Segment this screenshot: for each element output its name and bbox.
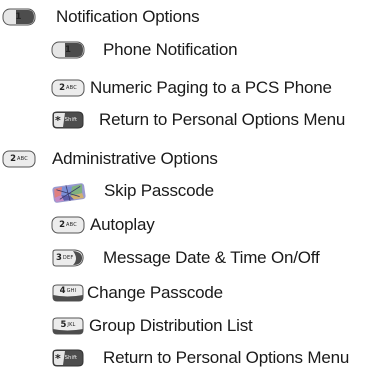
- scrambled-keypad-icon: [51, 182, 86, 203]
- key-1-icon: 1: [51, 41, 85, 59]
- key-2-abc-icon: 2 ABC: [51, 216, 85, 234]
- key-3-def-icon: 3 DEF: [51, 249, 85, 267]
- administrative-options-label: Administrative Options: [52, 149, 218, 168]
- key-1-icon: 1: [2, 8, 36, 26]
- key-5-jkl-icon: 5 JKL: [51, 317, 85, 335]
- menu-item-return-personal-options-1[interactable]: * Shift Return to Personal Options Menu: [51, 107, 345, 133]
- menu-item-numeric-paging[interactable]: 2 ABC Numeric Paging to a PCS Phone: [51, 75, 332, 101]
- group-distribution-label: Group Distribution List: [89, 316, 253, 335]
- menu-item-administrative-options[interactable]: 2 ABC Administrative Options: [2, 146, 218, 172]
- skip-passcode-label: Skip Passcode: [104, 181, 214, 200]
- message-date-time-label: Message Date & Time On/Off: [103, 248, 320, 267]
- phone-notification-label: Phone Notification: [103, 40, 238, 59]
- menu-item-phone-notification[interactable]: 1 Phone Notification: [51, 37, 238, 63]
- key-2-abc-icon: 2 ABC: [51, 79, 85, 97]
- return-personal-options-label-1: Return to Personal Options Menu: [99, 110, 346, 129]
- menu-item-message-date-time[interactable]: 3 DEF Message Date & Time On/Off: [51, 245, 320, 271]
- numeric-paging-label: Numeric Paging to a PCS Phone: [90, 78, 332, 97]
- change-passcode-label: Change Passcode: [87, 283, 223, 302]
- autoplay-label: Autoplay: [90, 215, 155, 234]
- key-2-abc-icon: 2 ABC: [2, 150, 36, 168]
- key-star-shift-icon: * Shift: [51, 349, 85, 367]
- menu-item-change-passcode[interactable]: 4 GHI Change Passcode: [51, 280, 223, 306]
- key-star-shift-icon: * Shift: [51, 111, 85, 129]
- menu-item-notification-options[interactable]: 1 Notification Options: [2, 4, 200, 30]
- menu-item-return-personal-options-2[interactable]: * Shift Return to Personal Options Menu: [51, 345, 349, 371]
- return-personal-options-label-2: Return to Personal Options Menu: [103, 348, 350, 367]
- key-4-ghi-icon: 4 GHI: [51, 284, 85, 302]
- menu-item-autoplay[interactable]: 2 ABC Autoplay: [51, 212, 155, 238]
- notification-options-label: Notification Options: [56, 7, 200, 26]
- menu-item-group-distribution[interactable]: 5 JKL Group Distribution List: [51, 313, 253, 339]
- menu-item-skip-passcode[interactable]: Skip Passcode: [51, 178, 214, 204]
